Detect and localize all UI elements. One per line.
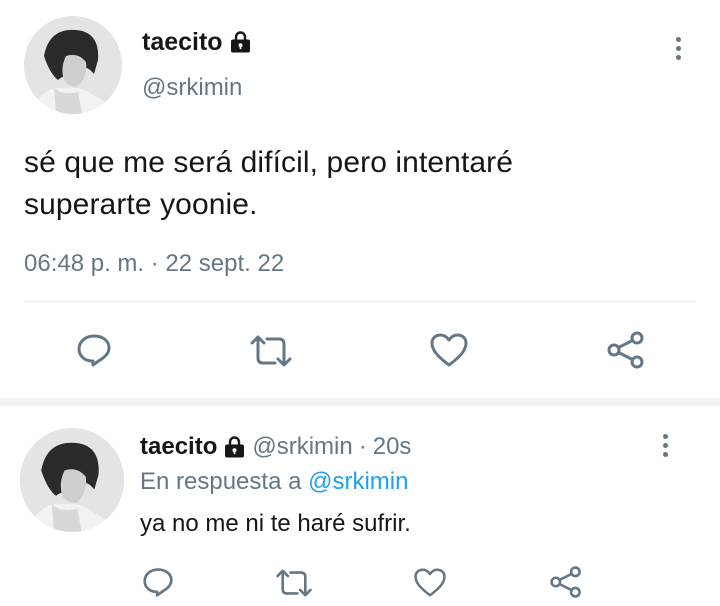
reply-icon[interactable] bbox=[76, 332, 112, 368]
date: 22 sept. 22 bbox=[165, 250, 285, 277]
handle[interactable]: @srkimin bbox=[252, 433, 352, 461]
share-icon[interactable] bbox=[606, 330, 646, 370]
avatar[interactable] bbox=[20, 428, 124, 532]
reply-text: ya no me ni te haré sufrir. bbox=[140, 510, 411, 537]
separator: · bbox=[358, 433, 367, 460]
replying-to: En respuesta a @srkimin bbox=[140, 468, 408, 496]
mention-link[interactable]: @srkimin bbox=[308, 468, 408, 495]
divider bbox=[24, 301, 696, 302]
display-name[interactable]: taecito bbox=[142, 28, 223, 57]
avatar-photo bbox=[20, 428, 124, 532]
more-vertical-icon[interactable] bbox=[674, 37, 682, 64]
retweet-icon[interactable] bbox=[248, 334, 294, 368]
like-icon[interactable] bbox=[413, 567, 447, 598]
time: 06:48 p. m. bbox=[24, 250, 145, 277]
separator: · bbox=[150, 250, 159, 277]
tweet-age: 20s bbox=[372, 433, 412, 460]
handle[interactable]: @srkimin bbox=[142, 74, 242, 102]
avatar[interactable] bbox=[24, 16, 122, 114]
lock-icon bbox=[223, 436, 246, 458]
lock-icon bbox=[229, 31, 252, 53]
like-icon[interactable] bbox=[429, 332, 469, 368]
section-divider bbox=[0, 398, 720, 406]
display-name[interactable]: taecito bbox=[140, 433, 217, 461]
retweet-icon[interactable] bbox=[274, 568, 314, 598]
timestamp[interactable]: 06:48 p. m. · 22 sept. 22 bbox=[24, 250, 284, 278]
tweet-text: sé que me será difícil, pero intentaré s… bbox=[24, 142, 513, 226]
tweet-text-line1: sé que me será difícil, pero intentaré bbox=[24, 146, 514, 179]
replying-prefix: En respuesta a bbox=[140, 468, 302, 495]
tweet-text-line2: superarte yoonie. bbox=[24, 188, 258, 221]
avatar-photo bbox=[24, 16, 122, 114]
more-vertical-icon[interactable] bbox=[661, 434, 669, 461]
share-icon[interactable] bbox=[549, 565, 583, 599]
reply-icon[interactable] bbox=[142, 566, 174, 598]
